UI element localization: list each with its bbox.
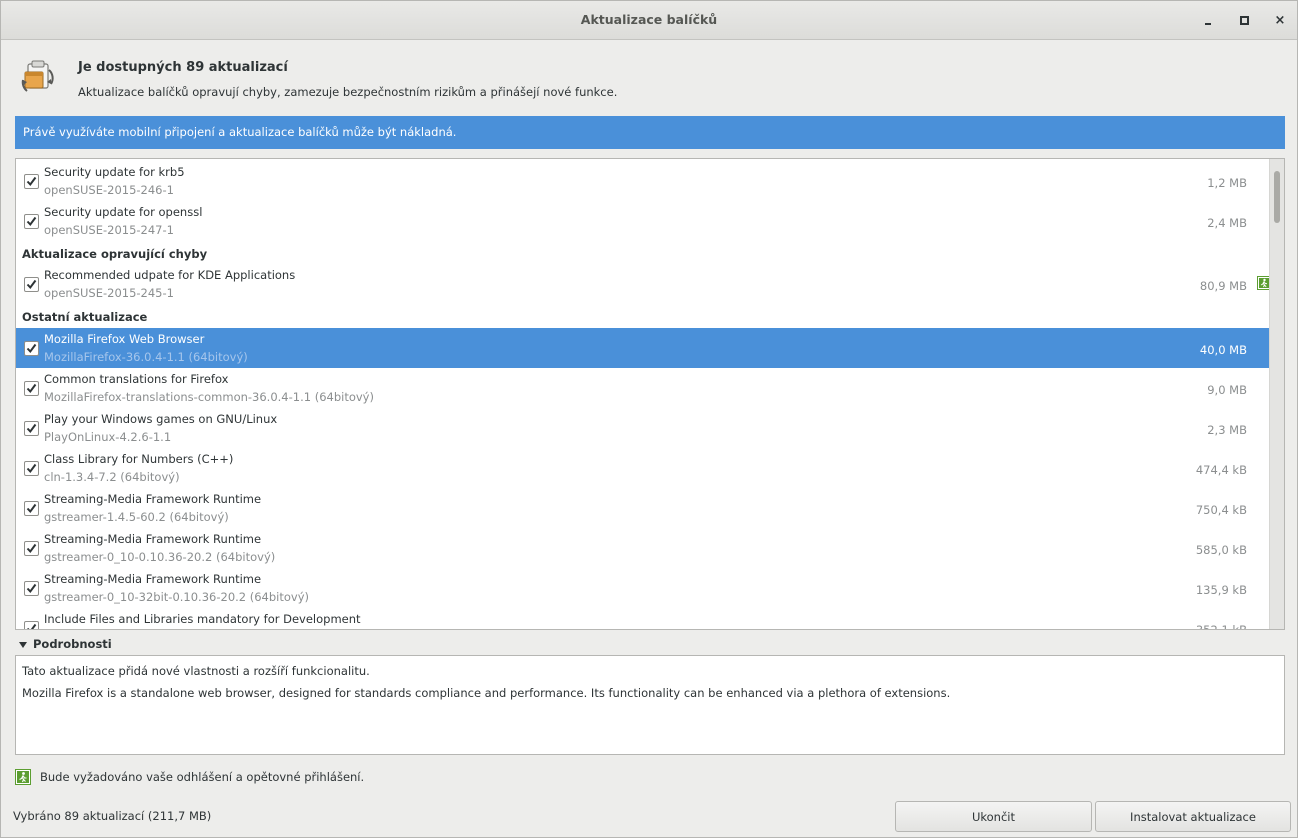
update-title: Class Library for Numbers (C++) (44, 452, 234, 466)
update-package-version: MozillaFirefox-translations-common-36.0.… (44, 390, 374, 404)
update-checkbox[interactable] (24, 174, 39, 189)
update-checkbox[interactable] (24, 621, 39, 629)
update-checkbox[interactable] (24, 277, 39, 292)
update-package-version: openSUSE-2015-245-1 (44, 286, 174, 300)
update-size: 40,0 MB (1199, 343, 1247, 357)
checkmark-icon (26, 423, 37, 434)
scrollbar[interactable] (1269, 159, 1284, 629)
update-checkbox[interactable] (24, 581, 39, 596)
checkmark-icon (26, 383, 37, 394)
minimize-icon (1205, 23, 1211, 25)
titlebar[interactable]: Aktualizace balíčků × (1, 1, 1297, 40)
package-update-icon (21, 60, 54, 92)
close-button[interactable]: × (1271, 11, 1289, 29)
checkmark-icon (26, 623, 37, 629)
update-package-version: cln-1.3.4-7.2 (64bitový) (44, 470, 180, 484)
update-title: Recommended udpate for KDE Applications (44, 268, 296, 282)
checkmark-icon (26, 503, 37, 514)
update-size: 2,4 MB (1207, 216, 1247, 230)
group-header-other: Ostatní aktualizace (22, 310, 148, 324)
details-textview[interactable]: Tato aktualizace přidá nové vlastnosti a… (15, 655, 1285, 755)
update-size: 80,9 MB (1199, 279, 1247, 293)
update-checkbox[interactable] (24, 541, 39, 556)
checkmark-icon (26, 543, 37, 554)
update-row[interactable]: Security update for krb5 openSUSE-2015-24… (16, 161, 1271, 201)
update-title: Security update for openssl (44, 205, 203, 219)
update-title: Play your Windows games on GNU/Linux (44, 412, 278, 426)
update-checkbox[interactable] (24, 381, 39, 396)
scrollbar-thumb[interactable] (1274, 171, 1280, 223)
checkmark-icon (26, 216, 37, 227)
update-title: Security update for krb5 (44, 165, 185, 179)
details-line-2: Mozilla Firefox is a standalone web brow… (22, 686, 951, 700)
update-package-version: MozillaFirefox-36.0.4-1.1 (64bitový) (44, 350, 248, 364)
update-title: Include Files and Libraries mandatory fo… (44, 612, 361, 626)
update-row[interactable]: Class Library for Numbers (C++) cln-1.3.4… (16, 448, 1271, 488)
update-package-version: gstreamer-0_10-0.10.36-20.2 (64bitový) (44, 550, 276, 564)
update-window: Aktualizace balíčků × Je dostupných 89 a… (0, 0, 1298, 838)
update-package-version: PlayOnLinux-4.2.6-1.1 (44, 430, 172, 444)
update-size: 9,0 MB (1207, 383, 1247, 397)
checkmark-icon (26, 279, 37, 290)
update-size: 585,0 kB (1195, 543, 1247, 557)
selected-count: Vybráno 89 aktualizací (211,7 MB) (13, 809, 212, 823)
logout-icon (15, 769, 31, 785)
update-title: Streaming-Media Framework Runtime (44, 492, 262, 506)
update-package-version: openSUSE-2015-247-1 (44, 223, 174, 237)
update-title: Streaming-Media Framework Runtime (44, 532, 262, 546)
maximize-icon (1239, 15, 1249, 25)
header-subtitle: Aktualizace balíčků opravují chyby, zame… (78, 85, 618, 99)
minimize-button[interactable] (1199, 11, 1217, 29)
update-row[interactable]: Include Files and Libraries mandatory fo… (16, 608, 1271, 630)
updates-list[interactable]: Security update for krb5 openSUSE-2015-24… (15, 158, 1285, 630)
update-package-version: gstreamer-0_10-32bit-0.10.36-20.2 (64bit… (44, 590, 310, 604)
install-updates-button[interactable]: Instalovat aktualizace (1095, 801, 1291, 832)
group-header-bugfix: Aktualizace opravující chyby (22, 247, 208, 261)
expander-arrow-icon (19, 641, 27, 648)
update-size: 474,4 kB (1195, 463, 1247, 477)
details-line-1: Tato aktualizace přidá nové vlastnosti a… (22, 664, 370, 678)
mobile-connection-infobar: Právě využíváte mobilní připojení a aktu… (15, 116, 1285, 149)
update-row[interactable]: Common translations for Firefox MozillaFi… (16, 368, 1271, 408)
update-title: Common translations for Firefox (44, 372, 229, 386)
update-row[interactable]: Streaming-Media Framework Runtime gstream… (16, 568, 1271, 608)
header-title: Je dostupných 89 aktualizací (78, 60, 288, 75)
checkmark-icon (26, 463, 37, 474)
logout-notice: Bude vyžadováno vaše odhlášení a opětovn… (40, 770, 365, 784)
update-row[interactable]: Security update for openssl openSUSE-2015… (16, 201, 1271, 241)
checkmark-icon (26, 343, 37, 354)
details-expander[interactable]: Podrobnosti (19, 637, 112, 651)
update-row[interactable]: Streaming-Media Framework Runtime gstream… (16, 528, 1271, 568)
close-icon: × (1274, 12, 1286, 28)
update-size: 2,3 MB (1207, 423, 1247, 437)
update-row[interactable]: Recommended udpate for KDE Applications o… (16, 264, 1271, 304)
update-size: 352,1 kB (1195, 623, 1247, 630)
update-title: Streaming-Media Framework Runtime (44, 572, 262, 586)
update-checkbox[interactable] (24, 461, 39, 476)
window-title: Aktualizace balíčků (580, 12, 718, 27)
update-row[interactable]: Mozilla Firefox Web Browser MozillaFirefo… (16, 328, 1271, 368)
update-row[interactable]: Streaming-Media Framework Runtime gstream… (16, 488, 1271, 528)
update-checkbox[interactable] (24, 341, 39, 356)
update-checkbox[interactable] (24, 214, 39, 229)
update-title: Mozilla Firefox Web Browser (44, 332, 205, 346)
update-size: 1,2 MB (1207, 176, 1247, 190)
update-size: 750,4 kB (1195, 503, 1247, 517)
maximize-button[interactable] (1235, 11, 1253, 29)
update-package-version: gstreamer-1.4.5-60.2 (64bitový) (44, 510, 229, 524)
update-checkbox[interactable] (24, 501, 39, 516)
quit-button[interactable]: Ukončit (895, 801, 1092, 832)
infobar-text: Právě využíváte mobilní připojení a aktu… (23, 125, 457, 139)
checkmark-icon (26, 583, 37, 594)
checkmark-icon (26, 176, 37, 187)
details-expander-label: Podrobnosti (33, 637, 112, 651)
update-row[interactable]: Play your Windows games on GNU/Linux Play… (16, 408, 1271, 448)
update-checkbox[interactable] (24, 421, 39, 436)
update-package-version: openSUSE-2015-246-1 (44, 183, 174, 197)
update-size: 135,9 kB (1195, 583, 1247, 597)
